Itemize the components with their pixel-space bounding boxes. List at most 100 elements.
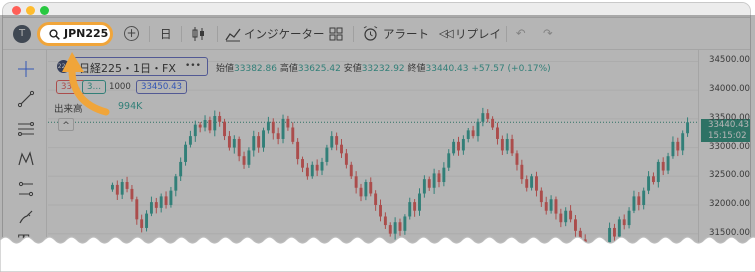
candle bbox=[422, 175, 426, 198]
candle bbox=[369, 177, 373, 197]
indicators-button[interactable]: インジケーター bbox=[244, 26, 325, 42]
plus-icon: + bbox=[126, 26, 137, 40]
candle bbox=[344, 148, 348, 169]
undo-icon[interactable]: ↶ bbox=[516, 26, 526, 40]
volume-value: 994K bbox=[118, 101, 143, 112]
divider bbox=[353, 26, 354, 42]
replay-button[interactable]: リプレイ bbox=[455, 26, 501, 42]
candle bbox=[471, 125, 475, 139]
candle bbox=[676, 137, 680, 157]
pattern-icon[interactable] bbox=[17, 150, 35, 168]
candle bbox=[505, 133, 509, 155]
candle bbox=[184, 141, 188, 166]
candle bbox=[120, 178, 124, 200]
candle bbox=[413, 199, 417, 217]
candle bbox=[530, 173, 534, 191]
top-toolbar: T + 日 インジケーター アラート ◁◁ リプレイ ↶ ↷ bbox=[3, 18, 750, 50]
candle bbox=[271, 118, 275, 140]
candle bbox=[198, 121, 202, 133]
candle bbox=[315, 159, 319, 177]
user-avatar[interactable]: T bbox=[13, 25, 31, 43]
divider bbox=[181, 26, 182, 42]
close-window-button[interactable] bbox=[12, 6, 21, 15]
candle bbox=[266, 116, 270, 134]
candle bbox=[539, 187, 543, 207]
candle bbox=[383, 212, 387, 229]
candle bbox=[354, 171, 358, 194]
title-bar bbox=[3, 3, 750, 18]
candle bbox=[125, 176, 129, 193]
candle bbox=[281, 114, 285, 144]
candle bbox=[651, 172, 655, 185]
candle bbox=[418, 188, 421, 216]
bar-countdown: 15:15:02 bbox=[708, 131, 747, 141]
ohlc-legend: 始値33382.86 高値33625.42 安値33232.92 終値33440… bbox=[216, 61, 551, 74]
add-symbol-button[interactable]: + bbox=[124, 26, 139, 41]
divider bbox=[506, 26, 507, 42]
candle bbox=[525, 175, 529, 192]
layout-grid-icon[interactable] bbox=[329, 27, 343, 41]
candles-icon[interactable] bbox=[191, 26, 207, 42]
candle bbox=[301, 156, 304, 173]
candle bbox=[637, 192, 641, 211]
candle bbox=[296, 138, 300, 165]
low-value: 33232.92 bbox=[361, 64, 405, 74]
brush-icon[interactable] bbox=[17, 208, 35, 226]
candle bbox=[305, 163, 309, 180]
candle bbox=[686, 117, 690, 137]
candle bbox=[437, 170, 441, 188]
candle bbox=[203, 115, 207, 132]
candle bbox=[500, 135, 504, 156]
ask-box: 33450.43 bbox=[136, 80, 188, 94]
fib-retracement-icon[interactable] bbox=[17, 120, 35, 138]
candle bbox=[291, 122, 295, 145]
candle bbox=[232, 135, 236, 154]
candle bbox=[510, 134, 514, 156]
candle bbox=[276, 127, 280, 145]
candle bbox=[642, 187, 646, 210]
candle bbox=[427, 176, 431, 191]
candle bbox=[364, 179, 368, 201]
interval-button[interactable]: 日 bbox=[160, 26, 172, 42]
trend-line-icon[interactable] bbox=[17, 90, 35, 108]
prediction-icon[interactable] bbox=[17, 180, 35, 198]
candle bbox=[452, 138, 456, 156]
more-options-icon[interactable]: ••• bbox=[185, 61, 201, 71]
open-label: 始値 bbox=[216, 64, 235, 74]
candle bbox=[154, 197, 158, 214]
candle bbox=[461, 135, 465, 155]
candle bbox=[115, 180, 119, 200]
collapse-legend-button[interactable]: ^ bbox=[58, 118, 74, 131]
low-label: 安値 bbox=[343, 64, 362, 74]
candle bbox=[247, 147, 251, 168]
minimize-window-button[interactable] bbox=[26, 6, 35, 15]
price-tick-label: 34500.00 bbox=[709, 55, 751, 66]
indicators-icon bbox=[225, 28, 241, 42]
candle bbox=[374, 190, 378, 211]
candle bbox=[325, 144, 329, 166]
candle bbox=[135, 196, 139, 225]
pointer-arrow-icon bbox=[62, 52, 110, 116]
candle bbox=[447, 149, 451, 171]
candle bbox=[174, 173, 178, 197]
candle bbox=[110, 182, 114, 192]
zoom-window-button[interactable] bbox=[40, 6, 49, 15]
divider bbox=[149, 26, 150, 42]
candle bbox=[169, 186, 173, 208]
symbol-search-button[interactable]: JPN225 bbox=[37, 22, 113, 46]
candle bbox=[491, 116, 495, 131]
crosshair-icon[interactable] bbox=[17, 60, 35, 78]
candle bbox=[242, 151, 246, 169]
candle bbox=[486, 109, 490, 123]
candle bbox=[564, 207, 568, 227]
candle bbox=[481, 107, 485, 127]
open-value: 33382.86 bbox=[234, 64, 277, 74]
alert-button[interactable]: アラート bbox=[383, 26, 429, 42]
avatar-letter: T bbox=[18, 28, 26, 39]
chevron-up-icon: ^ bbox=[62, 121, 70, 131]
price-tick-label: 34000.00 bbox=[709, 84, 751, 95]
redo-icon[interactable]: ↷ bbox=[543, 26, 553, 40]
candle bbox=[656, 159, 660, 188]
candle bbox=[213, 110, 217, 137]
candle bbox=[549, 195, 553, 214]
